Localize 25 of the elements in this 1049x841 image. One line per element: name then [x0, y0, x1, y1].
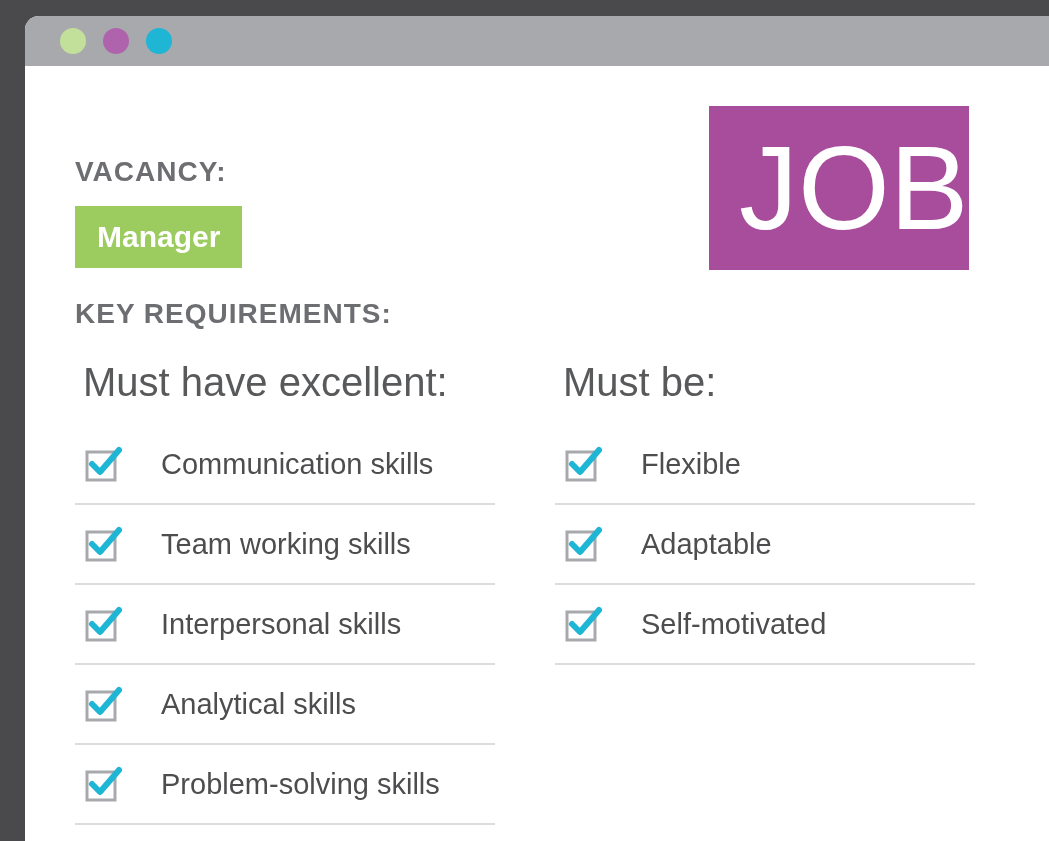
window-dot[interactable] [60, 28, 86, 54]
window-dot[interactable] [146, 28, 172, 54]
requirement-label: Communication skills [161, 447, 434, 481]
column-title: Must be: [563, 360, 718, 405]
requirement-label: Self-motivated [641, 607, 827, 641]
checked-checkbox-icon[interactable] [85, 526, 123, 562]
checked-checkbox-icon[interactable] [85, 766, 123, 802]
checked-checkbox-icon[interactable] [85, 606, 123, 642]
requirement-label: Adaptable [641, 527, 772, 561]
vacancy-tag: Manager [75, 206, 243, 268]
checked-checkbox-icon[interactable] [85, 686, 123, 722]
column-title: Must have excellent: [83, 360, 449, 405]
requirement-label: Interpersonal skills [161, 607, 402, 641]
job-badge: JOB [709, 106, 969, 270]
checked-checkbox-icon[interactable] [85, 446, 123, 482]
checked-checkbox-icon[interactable] [565, 606, 603, 642]
vacancy-label: VACANCY: [75, 156, 227, 188]
requirement-label: Flexible [641, 447, 741, 481]
requirement-label: Problem-solving skills [161, 767, 440, 801]
checked-checkbox-icon[interactable] [565, 446, 603, 482]
window-dot[interactable] [103, 28, 129, 54]
requirements-heading: KEY REQUIREMENTS: [75, 298, 393, 330]
checked-checkbox-icon[interactable] [565, 526, 603, 562]
requirement-label: Team working skills [161, 527, 411, 561]
requirement-label: Analytical skills [161, 687, 356, 721]
